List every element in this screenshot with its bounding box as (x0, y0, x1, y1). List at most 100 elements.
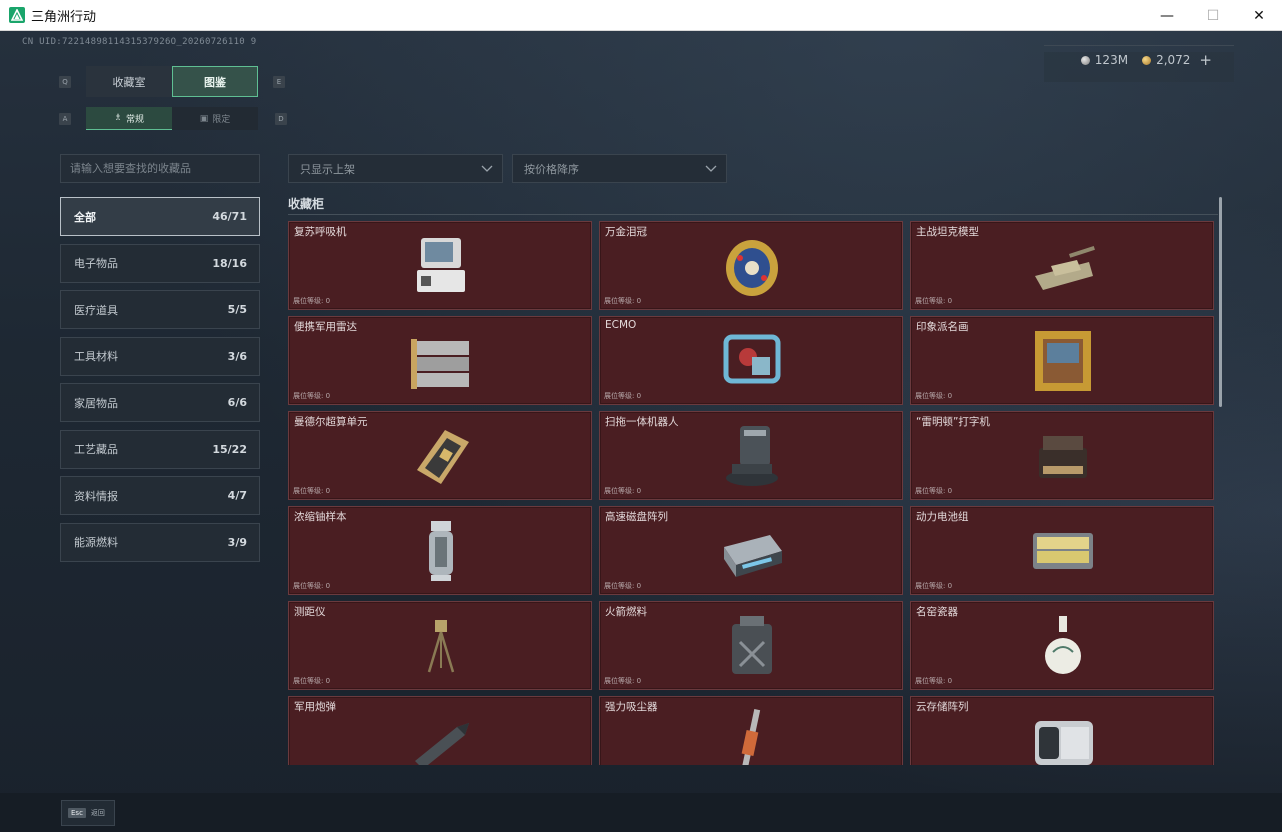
artillery-shell-icon (407, 707, 475, 765)
item-level: 展位等级: 0 (293, 297, 331, 305)
uranium-sample-icon (407, 517, 475, 585)
category-count: 6/6 (227, 396, 247, 409)
collection-card[interactable]: 名窑瓷器展位等级: 0 (910, 601, 1214, 690)
disk-array-icon (718, 517, 786, 585)
limited-icon: ▣ (199, 113, 209, 124)
item-level: 展位等级: 0 (604, 487, 642, 495)
item-name: 曼德尔超算单元 (294, 416, 368, 428)
collection-card[interactable]: 便携军用雷达 展位等级: 0 (288, 316, 592, 405)
item-level: 展位等级: 0 (915, 297, 953, 305)
collection-grid: 复苏呼吸机 展位等级: 0 万金泪冠 展位等级: 0 主战坦克模型 展位等级: 0 便携军用… (288, 221, 1214, 765)
item-name: 复苏呼吸机 (294, 226, 347, 238)
tab-regular-label: 常规 (126, 114, 145, 125)
item-level: 展位等级: 0 (293, 582, 331, 590)
category-item[interactable]: 全部 46/71 (60, 197, 260, 236)
shelf-filter-dropdown[interactable]: 只显示上架 (288, 154, 503, 183)
category-item[interactable]: 工艺藏品 15/22 (60, 429, 260, 469)
item-name: 动力电池组 (916, 511, 969, 523)
collection-card[interactable]: 云存储阵列展位等级: 0 (910, 696, 1214, 765)
tab-collection-room[interactable]: 收藏室 (86, 66, 172, 97)
item-name: 测距仪 (294, 606, 326, 618)
key-hint-q: Q (59, 76, 71, 88)
item-name: 印象派名画 (916, 321, 969, 333)
back-label: 返回 (90, 809, 105, 817)
tab-limited[interactable]: ▣ 限定 (172, 107, 258, 130)
sort-value: 按价格降序 (524, 162, 579, 176)
minimize-button[interactable]: — (1144, 0, 1190, 31)
collection-card[interactable]: 曼德尔超算单元 展位等级: 0 (288, 411, 592, 500)
item-level: 展位等级: 0 (293, 677, 331, 685)
tab-catalog[interactable]: 图鉴 (172, 66, 258, 97)
category-item[interactable]: 资料情报 4/7 (60, 476, 260, 515)
section-divider (288, 214, 1218, 215)
item-name: ECMO (605, 319, 637, 331)
item-level: 展位等级: 0 (915, 582, 953, 590)
collection-search-input[interactable] (60, 154, 260, 183)
section-title: 收藏柜 (288, 197, 325, 211)
key-hint-e: E (273, 76, 285, 88)
collection-card[interactable]: 测距仪展位等级: 0 (288, 601, 592, 690)
item-level: 展位等级: 0 (604, 677, 642, 685)
game-area: CN UID:7221489811431537926O_20260726110 … (0, 31, 1282, 832)
category-count: 3/9 (227, 535, 247, 549)
rocket-fuel-icon (718, 612, 786, 680)
collection-card[interactable]: 浓缩铀样本 展位等级: 0 (288, 506, 592, 595)
item-name: 便携军用雷达 (294, 321, 357, 333)
tab-limited-label: 限定 (212, 115, 231, 125)
collection-card[interactable]: 高速磁盘阵列展位等级: 0 (599, 506, 903, 595)
item-name: 万金泪冠 (605, 226, 647, 238)
top-divider (1044, 45, 1234, 46)
collection-card[interactable]: “雷明顿”打字机 展位等级: 0 (910, 411, 1214, 500)
collection-card[interactable]: 军用炮弹展位等级: 0 (288, 696, 592, 765)
category-item[interactable]: 家居物品 6/6 (60, 383, 260, 422)
grid-scrollbar[interactable] (1219, 197, 1222, 407)
rangefinder-icon (407, 612, 475, 680)
collection-card[interactable]: ECMO 展位等级: 0 (599, 316, 903, 405)
category-label: 能源燃料 (74, 536, 118, 549)
gold-amount: 2,072 (1156, 53, 1191, 67)
category-item[interactable]: 工具材料 3/6 (60, 336, 260, 376)
chevron-down-icon (705, 165, 717, 172)
cleaning-robot-icon (718, 422, 786, 490)
porcelain-vase-icon (1029, 612, 1097, 680)
key-hint-d: D (275, 113, 287, 125)
item-name: 强力吸尘器 (605, 701, 658, 713)
window-titlebar: 三角洲行动 — ☐ ✕ (0, 0, 1282, 31)
collection-card[interactable]: 动力电池组展位等级: 0 (910, 506, 1214, 595)
collection-card[interactable]: 万金泪冠 展位等级: 0 (599, 221, 903, 310)
item-level: 展位等级: 0 (915, 392, 953, 400)
window-title: 三角洲行动 (31, 9, 97, 25)
radar-icon (407, 327, 475, 395)
category-item[interactable]: 能源燃料 3/9 (60, 522, 260, 562)
category-item[interactable]: 医疗道具 5/5 (60, 290, 260, 329)
collection-card[interactable]: 火箭燃料 展位等级: 0 (599, 601, 903, 690)
collection-card[interactable]: 印象派名画展位等级: 0 (910, 316, 1214, 405)
esc-key-hint: Esc (68, 808, 86, 818)
ventilator-icon (407, 232, 475, 300)
maximize-button[interactable]: ☐ (1190, 0, 1236, 31)
collection-card[interactable]: 复苏呼吸机展位等级: 0 (288, 221, 592, 310)
category-label: 电子物品 (74, 257, 118, 270)
item-level: 展位等级: 0 (915, 677, 953, 685)
category-label: 工艺藏品 (74, 443, 118, 456)
category-label: 家居物品 (74, 396, 118, 410)
shelf-filter-value: 只显示上架 (300, 162, 355, 176)
ecmo-icon (718, 327, 786, 395)
category-item[interactable]: 电子物品 18/16 (60, 243, 260, 283)
typewriter-icon (1029, 422, 1097, 490)
collection-card[interactable]: 强力吸尘器展位等级: 0 (599, 696, 903, 765)
back-button[interactable]: Esc 返回 (61, 800, 115, 826)
item-name: 名窑瓷器 (916, 606, 958, 618)
collection-card[interactable]: 主战坦克模型 展位等级: 0 (910, 221, 1214, 310)
collection-card[interactable]: 扫拖一体机器人 展位等级: 0 (599, 411, 903, 500)
close-button[interactable]: ✕ (1236, 0, 1282, 31)
item-level: 展位等级: 0 (604, 582, 642, 590)
tab-regular[interactable]: ♗ 常规 (86, 107, 172, 130)
add-currency-button[interactable]: + (1199, 51, 1212, 69)
app-logo-icon (9, 7, 25, 23)
sort-dropdown[interactable]: 按价格降序 (512, 154, 727, 183)
item-name: 高速磁盘阵列 (605, 511, 668, 523)
category-count: 15/22 (212, 442, 247, 456)
cloud-storage-icon (1029, 707, 1097, 765)
vacuum-icon (718, 707, 786, 765)
